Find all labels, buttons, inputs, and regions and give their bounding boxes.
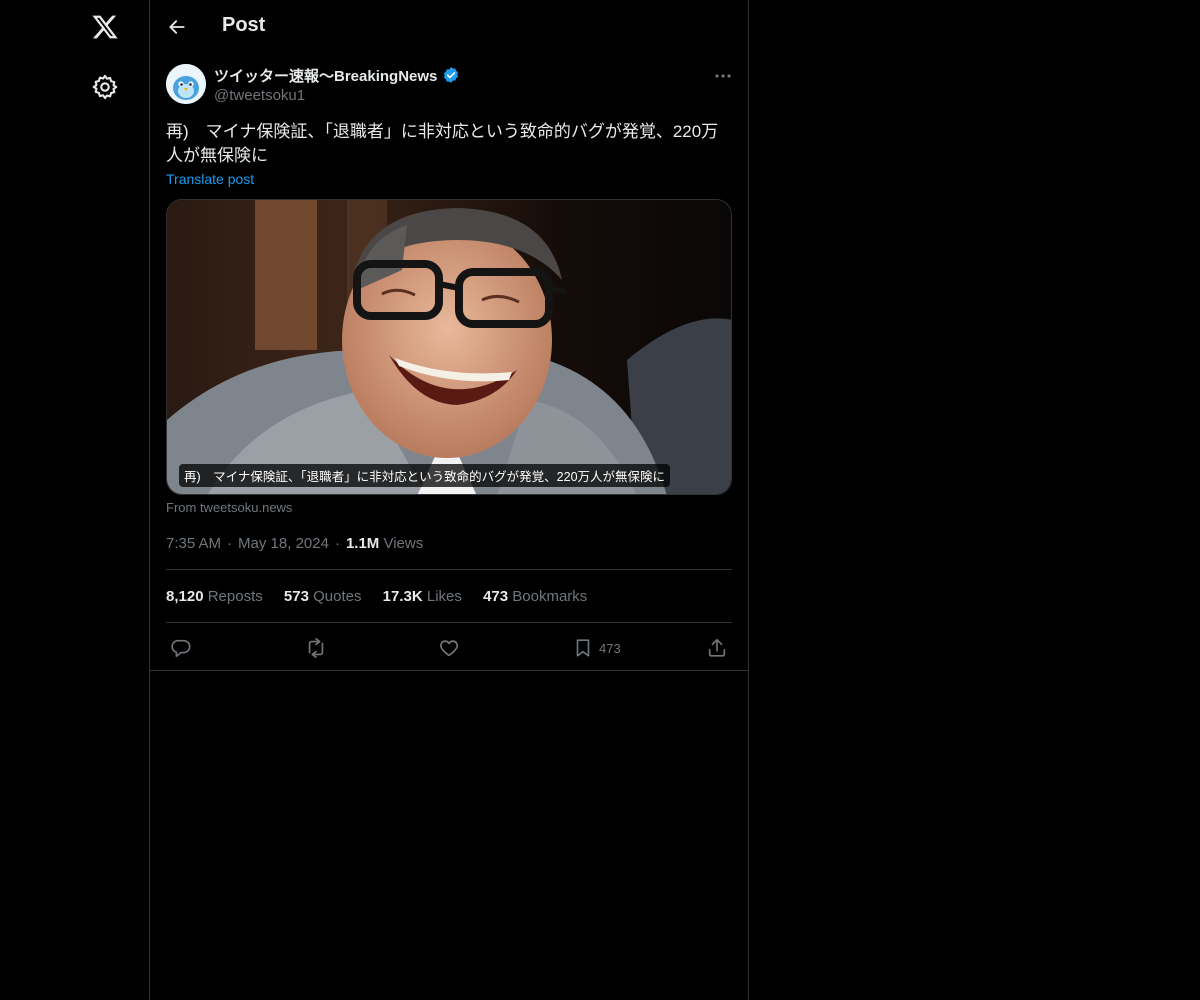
divider [166, 622, 732, 623]
post-column: Post ツイッター速報〜BreakingNews @tweetsoku1 再)… [149, 0, 749, 1000]
engagement-stats: 8,120 Reposts 573 Quotes 17.3K Likes 473… [166, 588, 604, 605]
source-link[interactable]: From tweetsoku.news [166, 500, 292, 515]
stat-reposts[interactable]: 8,120 Reposts [166, 588, 263, 605]
like-button[interactable] [438, 634, 460, 662]
repost-button[interactable] [304, 634, 328, 662]
reply-icon [171, 639, 191, 658]
verified-icon [442, 66, 460, 84]
post-media[interactable]: 再) マイナ保険証、「退職者」に非対応という致命的バグが発覚、220万人が無保険… [166, 199, 732, 495]
divider [166, 569, 732, 570]
divider [150, 670, 748, 671]
page-title: Post [222, 14, 266, 36]
post-meta: 7:35 AM · May 18, 2024 · 1.1M Views [166, 535, 424, 552]
back-arrow-icon[interactable] [164, 14, 190, 40]
avatar[interactable] [166, 64, 206, 104]
stat-bookmarks[interactable]: 473 Bookmarks [483, 588, 587, 605]
media-photo [167, 200, 731, 494]
gear-icon[interactable] [91, 73, 119, 101]
translate-post-link[interactable]: Translate post [166, 171, 254, 187]
action-bar: 473 [150, 634, 748, 662]
media-caption: 再) マイナ保険証、「退職者」に非対応という致命的バグが発覚、220万人が無保険… [179, 464, 671, 487]
bookmark-button[interactable]: 473 [572, 634, 621, 662]
author-name[interactable]: ツイッター速報〜BreakingNews [214, 65, 437, 86]
author-handle[interactable]: @tweetsoku1 [214, 87, 305, 104]
x-logo-icon[interactable] [88, 10, 122, 44]
views-count: 1.1M [345, 535, 380, 552]
like-icon [440, 640, 458, 657]
bookmark-icon [576, 639, 590, 657]
bookmark-count: 473 [599, 640, 621, 656]
views-label: Views [383, 535, 424, 552]
post-time[interactable]: 7:35 AM [166, 535, 221, 552]
share-button[interactable] [706, 634, 728, 662]
stat-quotes[interactable]: 573 Quotes [284, 588, 362, 605]
share-icon [708, 638, 726, 657]
reply-button[interactable] [170, 634, 192, 662]
stat-likes[interactable]: 17.3K Likes [383, 588, 462, 605]
more-icon[interactable] [710, 66, 736, 86]
repost-icon [308, 638, 324, 658]
left-rail [0, 0, 150, 1000]
post-date[interactable]: May 18, 2024 [238, 535, 329, 552]
post-text: 再) マイナ保険証、「退職者」に非対応という致命的バグが発覚、220万人が無保険… [166, 122, 719, 165]
page-header: Post [150, 0, 748, 54]
